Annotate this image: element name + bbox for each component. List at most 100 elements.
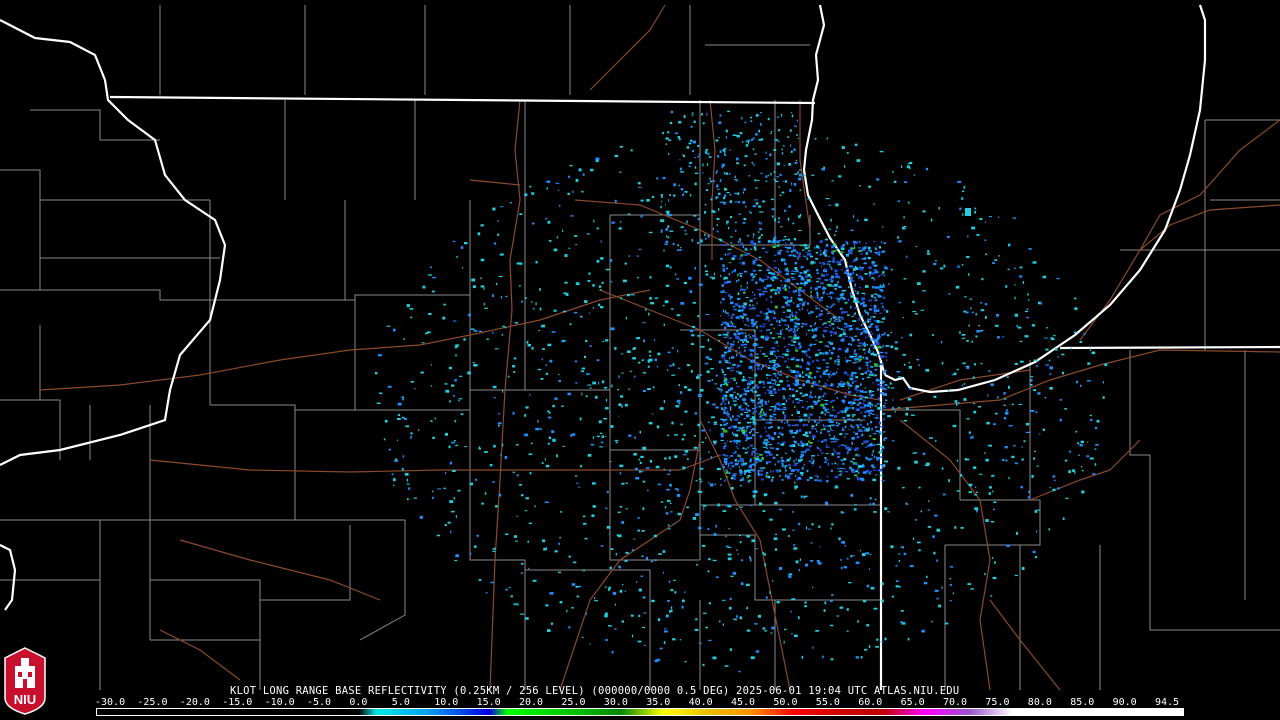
radar-echo bbox=[772, 386, 774, 388]
radar-echo bbox=[619, 472, 622, 475]
radar-echo bbox=[643, 644, 646, 646]
radar-echo bbox=[732, 474, 737, 477]
radar-echo bbox=[694, 446, 698, 449]
radar-echo bbox=[898, 585, 901, 588]
radar-echo bbox=[1045, 348, 1049, 351]
radar-echo bbox=[593, 219, 595, 223]
radar-echo bbox=[1087, 441, 1089, 443]
radar-echo bbox=[733, 379, 736, 381]
radar-echo bbox=[714, 483, 717, 486]
radar-echo bbox=[874, 252, 878, 254]
radar-echo bbox=[768, 461, 772, 463]
radar-echo bbox=[863, 246, 867, 248]
radar-echo bbox=[985, 221, 986, 223]
radar-echo bbox=[687, 388, 692, 392]
radar-echo bbox=[787, 357, 789, 361]
radar-echo bbox=[553, 248, 558, 252]
radar-echo bbox=[537, 419, 539, 423]
radar-echo bbox=[918, 364, 921, 366]
radar-echo bbox=[735, 425, 738, 429]
radar-echo bbox=[774, 463, 776, 466]
radar-echo bbox=[856, 327, 858, 329]
radar-echo bbox=[824, 413, 826, 416]
radar-echo bbox=[599, 289, 602, 291]
radar-echo bbox=[869, 360, 872, 363]
radar-echo bbox=[709, 348, 712, 351]
radar-echo bbox=[663, 630, 668, 633]
radar-echo bbox=[791, 114, 794, 118]
radar-echo bbox=[598, 420, 602, 424]
radar-echo bbox=[823, 439, 828, 442]
radar-echo bbox=[857, 620, 859, 623]
colorbar-label: 45.0 bbox=[731, 697, 756, 708]
radar-echo bbox=[801, 350, 805, 353]
radar-echo bbox=[831, 438, 835, 440]
radar-echo bbox=[824, 399, 829, 402]
radar-echo bbox=[762, 386, 766, 388]
radar-echo bbox=[528, 522, 532, 525]
radar-echo bbox=[732, 363, 736, 366]
radar-echo bbox=[596, 259, 600, 263]
radar-echo bbox=[611, 384, 613, 388]
radar-echo bbox=[839, 319, 841, 323]
radar-echo bbox=[452, 470, 456, 472]
radar-echo bbox=[785, 316, 789, 318]
radar-echo bbox=[621, 521, 625, 524]
radar-echo bbox=[684, 410, 688, 413]
radar-echo bbox=[701, 544, 706, 547]
radar-echo bbox=[718, 137, 720, 139]
radar-echo bbox=[533, 307, 535, 310]
radar-echo bbox=[1092, 473, 1096, 475]
radar-echo bbox=[874, 269, 877, 272]
radar-echo bbox=[614, 347, 617, 350]
radar-echo bbox=[629, 370, 632, 372]
radar-echo bbox=[777, 364, 781, 368]
radar-echo bbox=[966, 366, 970, 369]
radar-echo bbox=[802, 249, 805, 251]
radar-echo bbox=[694, 412, 698, 415]
radar-echo bbox=[550, 622, 553, 625]
radar-echo bbox=[963, 383, 966, 385]
radar-echo bbox=[600, 441, 604, 444]
radar-echo bbox=[1036, 365, 1038, 367]
radar-echo bbox=[738, 346, 740, 349]
radar-echo bbox=[739, 360, 743, 363]
radar-echo bbox=[639, 461, 642, 464]
radar-echo bbox=[847, 251, 852, 255]
radar-echo bbox=[799, 345, 803, 347]
radar-echo bbox=[458, 398, 463, 400]
radar-echo bbox=[715, 171, 717, 174]
radar-echo bbox=[865, 552, 870, 555]
radar-echo bbox=[612, 591, 617, 595]
radar-echo bbox=[633, 347, 636, 349]
radar-echo bbox=[705, 149, 709, 151]
radar-echo bbox=[995, 324, 999, 327]
radar-echo bbox=[791, 449, 794, 452]
radar-map[interactable] bbox=[0, 0, 1280, 720]
radar-echo bbox=[724, 665, 729, 667]
radar-echo bbox=[874, 417, 879, 419]
radar-echo bbox=[890, 268, 893, 271]
radar-echo bbox=[908, 366, 912, 369]
radar-echo bbox=[993, 474, 995, 477]
radar-echo bbox=[1052, 475, 1056, 478]
radar-echo bbox=[568, 247, 570, 249]
radar-echo bbox=[781, 114, 783, 117]
radar-echo bbox=[776, 271, 779, 273]
radar-echo bbox=[873, 346, 876, 349]
radar-echo bbox=[860, 383, 862, 386]
radar-echo bbox=[853, 299, 857, 303]
radar-echo bbox=[716, 218, 720, 220]
radar-echo bbox=[776, 470, 780, 473]
radar-echo bbox=[1079, 341, 1083, 343]
radar-echo bbox=[730, 236, 733, 238]
radar-echo bbox=[744, 390, 748, 393]
radar-echo bbox=[1011, 455, 1015, 458]
radar-echo bbox=[830, 268, 833, 270]
radar-echo bbox=[787, 379, 789, 382]
radar-echo bbox=[1022, 281, 1025, 284]
radar-echo bbox=[871, 413, 875, 415]
radar-echo bbox=[705, 626, 708, 629]
radar-echo bbox=[830, 469, 833, 472]
radar-echo bbox=[512, 411, 515, 415]
